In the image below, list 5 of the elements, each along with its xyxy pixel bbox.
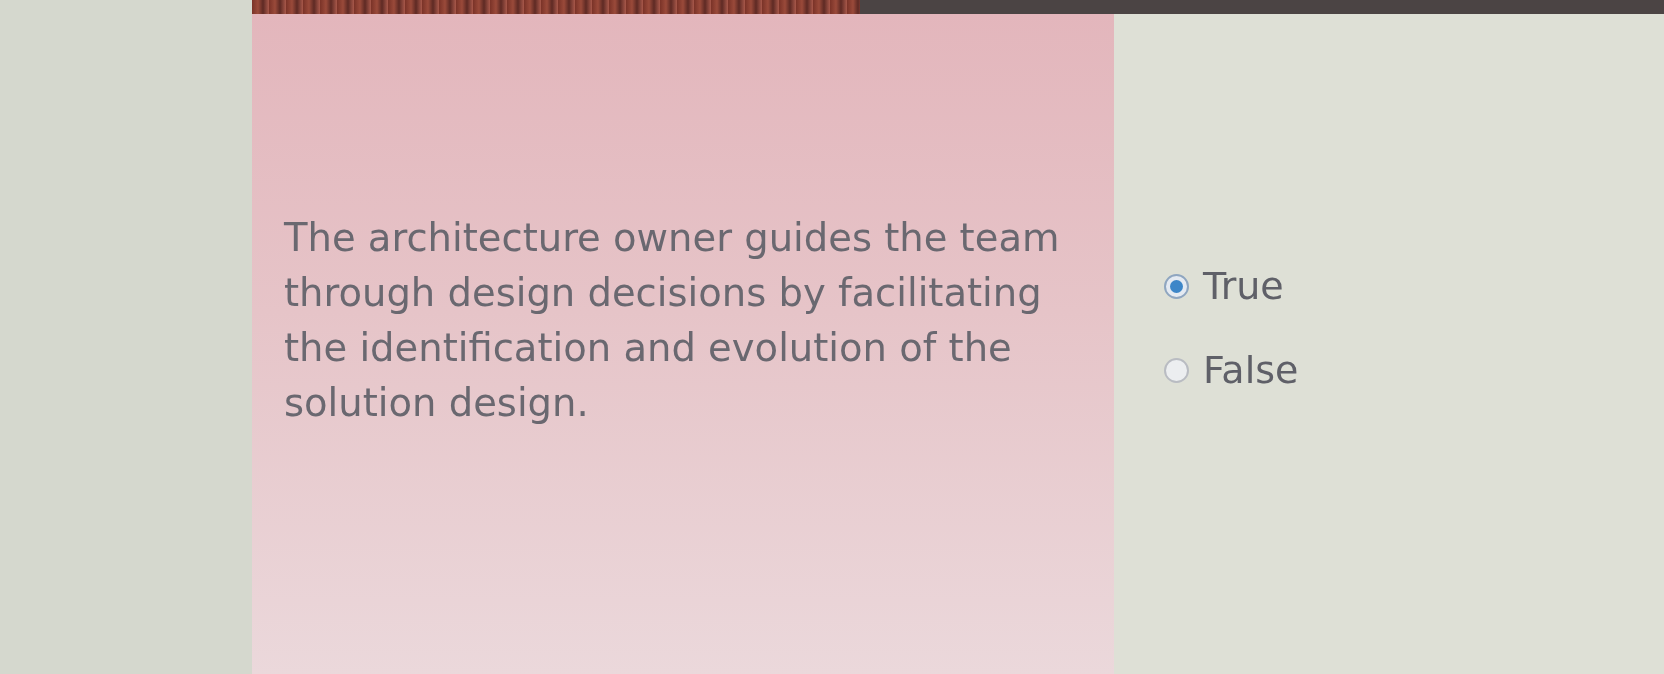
radio-button[interactable] — [1164, 357, 1189, 383]
option-label[interactable]: True — [1203, 264, 1284, 308]
question-text: The architecture owner guides the team through design decisions by facilitating the identification and evolution of the solution design. — [284, 214, 1061, 427]
radio-button[interactable] — [1164, 273, 1189, 299]
option-label[interactable]: False — [1203, 348, 1299, 392]
